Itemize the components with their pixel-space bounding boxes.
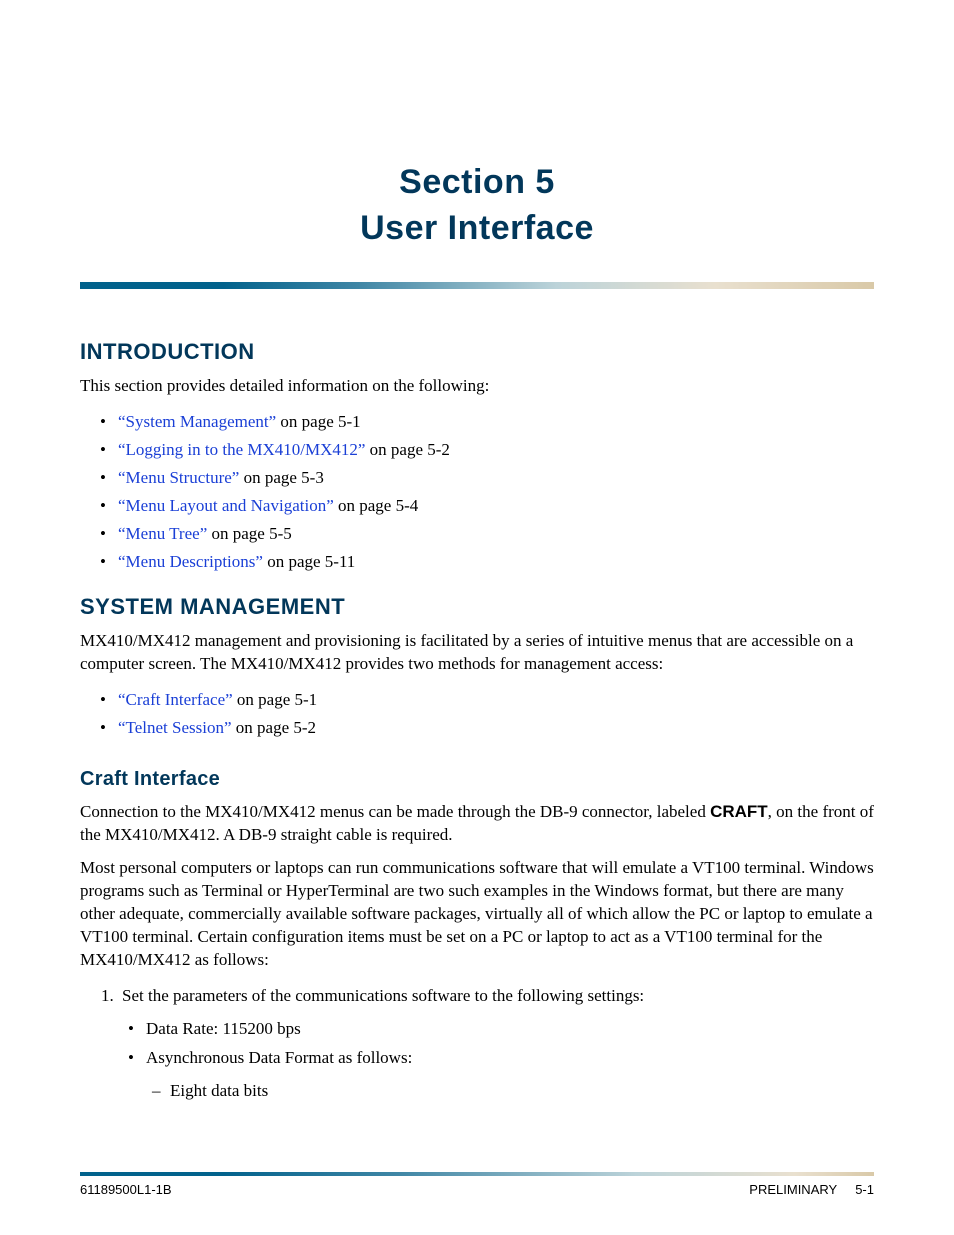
toc-suffix: on page 5-4 (334, 496, 419, 515)
intro-lead: This section provides detailed informati… (80, 375, 874, 398)
toc-suffix: on page 5-11 (263, 552, 355, 571)
title-divider (80, 282, 874, 289)
step-1-bullets: Data Rate: 115200 bps Asynchronous Data … (122, 1015, 874, 1106)
heading-craft-interface: Craft Interface (80, 768, 874, 791)
craft-steps: Set the parameters of the communications… (80, 982, 874, 1106)
toc-link[interactable]: “Menu Layout and Navigation” (118, 496, 334, 515)
intro-toc-list: “System Management” on page 5-1 “Logging… (80, 408, 874, 576)
section-title: Section 5 User Interface (80, 160, 874, 252)
toc-link[interactable]: “Craft Interface” (118, 690, 233, 709)
craft-p1: Connection to the MX410/MX412 menus can … (80, 801, 874, 847)
toc-link[interactable]: “Menu Structure” (118, 468, 239, 487)
craft-label: CRAFT (710, 802, 768, 821)
list-item: “Craft Interface” on page 5-1 (118, 686, 874, 714)
list-item: “Menu Layout and Navigation” on page 5-4 (118, 492, 874, 520)
toc-link[interactable]: “Menu Descriptions” (118, 552, 263, 571)
sub-eight-data-bits: Eight data bits (170, 1077, 874, 1106)
toc-link[interactable]: “Telnet Session” (118, 718, 232, 737)
toc-link[interactable]: “Menu Tree” (118, 524, 207, 543)
title-line-1: Section 5 (80, 160, 874, 206)
sysmgmt-list: “Craft Interface” on page 5-1 “Telnet Se… (80, 686, 874, 742)
heading-system-management: SYSTEM MANAGEMENT (80, 594, 874, 620)
list-item: “Menu Tree” on page 5-5 (118, 520, 874, 548)
toc-suffix: on page 5-3 (239, 468, 324, 487)
list-item: “Menu Descriptions” on page 5-11 (118, 548, 874, 576)
sysmgmt-para: MX410/MX412 management and provisioning … (80, 630, 874, 676)
toc-link[interactable]: “System Management” (118, 412, 276, 431)
list-item: “Menu Structure” on page 5-3 (118, 464, 874, 492)
footer-docnum: 61189500L1-1B (80, 1182, 172, 1197)
footer-pagenum: 5-1 (855, 1182, 874, 1197)
craft-p1-pre: Connection to the MX410/MX412 menus can … (80, 802, 710, 821)
title-line-2: User Interface (80, 206, 874, 252)
footer-status: PRELIMINARY (749, 1182, 837, 1197)
bullet-async: Asynchronous Data Format as follows: Eig… (146, 1044, 874, 1106)
craft-p2: Most personal computers or laptops can r… (80, 857, 874, 972)
toc-suffix: on page 5-5 (207, 524, 292, 543)
page-footer: 61189500L1-1B PRELIMINARY 5-1 (80, 1172, 874, 1197)
document-page: Section 5 User Interface INTRODUCTION Th… (0, 0, 954, 1235)
toc-suffix: on page 5-1 (276, 412, 361, 431)
footer-row: 61189500L1-1B PRELIMINARY 5-1 (80, 1182, 874, 1197)
step-1-text: Set the parameters of the communications… (122, 986, 644, 1005)
footer-divider (80, 1172, 874, 1176)
toc-link[interactable]: “Logging in to the MX410/MX412” (118, 440, 365, 459)
toc-suffix: on page 5-2 (365, 440, 450, 459)
heading-introduction: INTRODUCTION (80, 339, 874, 365)
async-sublist: Eight data bits (146, 1077, 874, 1106)
list-item: “Logging in to the MX410/MX412” on page … (118, 436, 874, 464)
footer-right: PRELIMINARY 5-1 (749, 1182, 874, 1197)
list-item: “System Management” on page 5-1 (118, 408, 874, 436)
toc-suffix: on page 5-1 (233, 690, 318, 709)
bullet-data-rate: Data Rate: 115200 bps (146, 1015, 874, 1044)
bullet-async-text: Asynchronous Data Format as follows: (146, 1048, 412, 1067)
step-1: Set the parameters of the communications… (118, 982, 874, 1106)
list-item: “Telnet Session” on page 5-2 (118, 714, 874, 742)
toc-suffix: on page 5-2 (232, 718, 317, 737)
